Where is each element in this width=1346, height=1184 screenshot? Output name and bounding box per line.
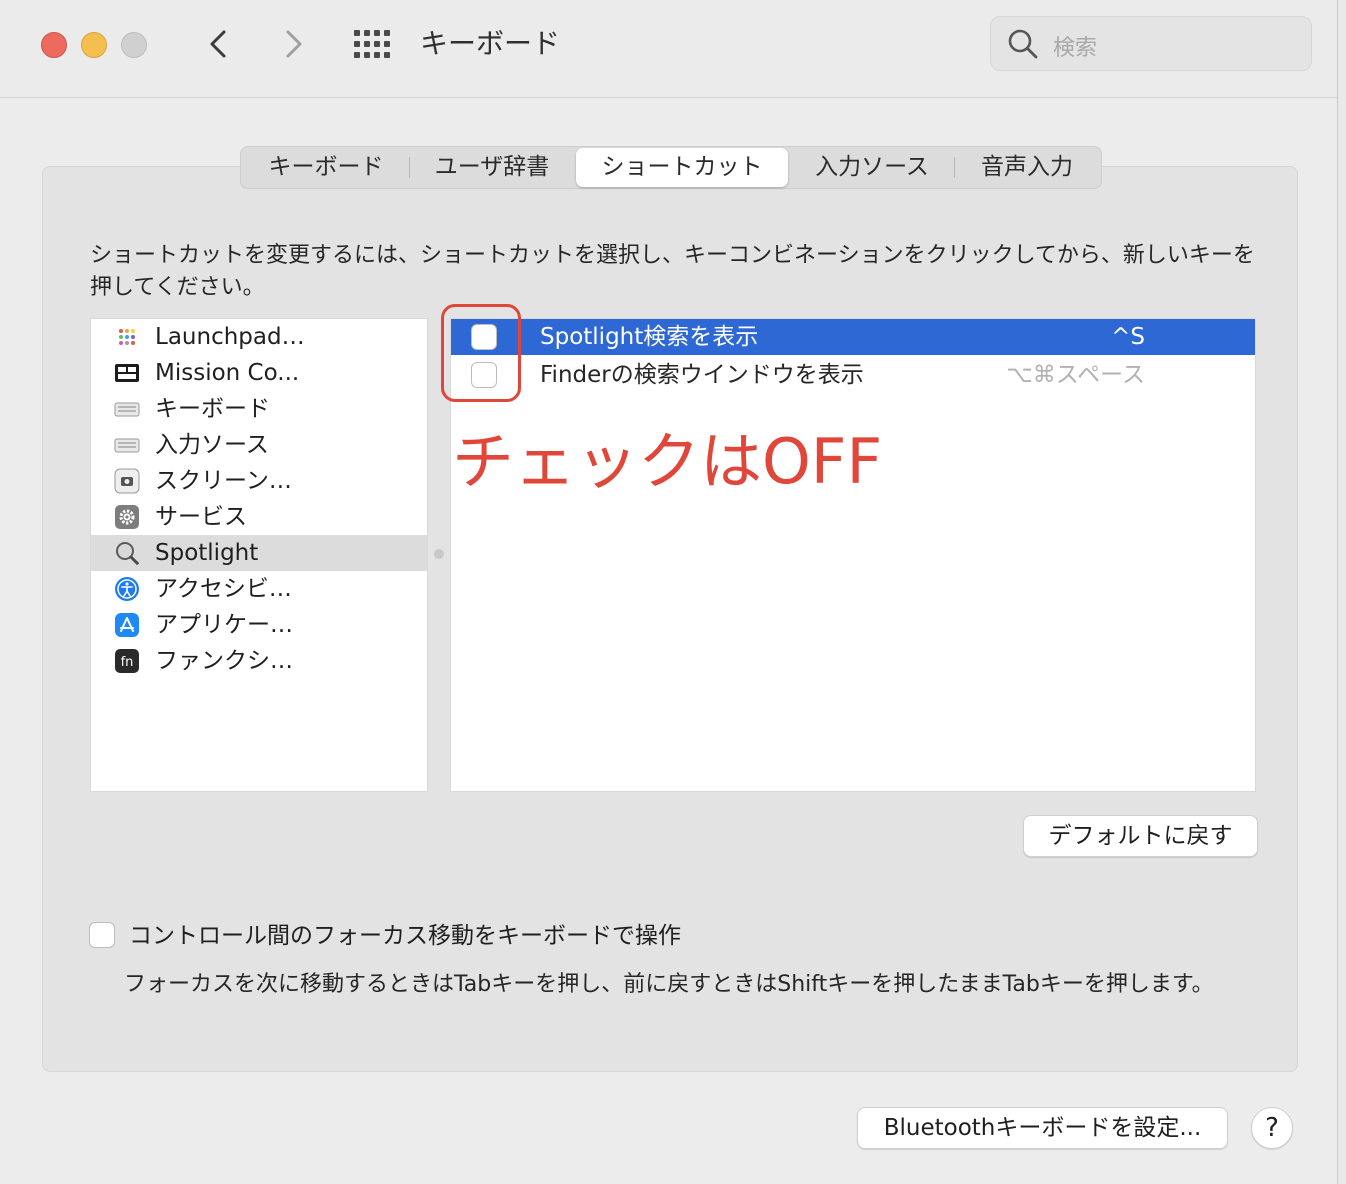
category-item-spotlight[interactable]: Spotlight: [91, 535, 427, 571]
category-label: サービス: [155, 504, 247, 530]
category-item-screenshots[interactable]: スクリーン…: [91, 463, 427, 499]
annotation-text: チェックはOFF: [452, 425, 883, 498]
category-list: Launchpad… Mission Co... キーボード 入力ソース スクリ…: [90, 318, 428, 792]
gear-icon: [115, 505, 139, 529]
search-placeholder: 検索: [1053, 36, 1098, 61]
shortcut-row-finder-search[interactable]: Finderの検索ウインドウを表示 ⌥⌘スペース: [451, 357, 1255, 393]
keyboard-navigation-label: コントロール間のフォーカス移動をキーボードで操作: [129, 923, 681, 949]
category-item-mission-control[interactable]: Mission Co...: [91, 355, 427, 391]
accessibility-icon: [115, 577, 139, 601]
keyboard-icon: [114, 402, 140, 417]
app-store-icon: [115, 613, 139, 637]
category-item-keyboard[interactable]: キーボード: [91, 391, 427, 427]
shortcut-list: Spotlight検索を表示 ^S Finderの検索ウインドウを表示 ⌥⌘スペ…: [450, 318, 1256, 792]
bluetooth-keyboard-setup-button[interactable]: Bluetoothキーボードを設定...: [857, 1107, 1228, 1149]
category-item-services[interactable]: サービス: [91, 499, 427, 535]
tab-user-dictionary[interactable]: ユーザ辞書: [411, 147, 573, 188]
fn-key-icon: fn: [115, 649, 139, 673]
annotation-highlight-box: [441, 304, 521, 402]
tab-separator: [409, 157, 410, 178]
category-label: キーボード: [155, 396, 270, 422]
tab-shortcuts[interactable]: ショートカット: [576, 148, 788, 187]
keyboard-navigation-description: フォーカスを次に移動するときはTabキーを押し、前に戻すときはShiftキーを押…: [124, 972, 1214, 997]
back-button[interactable]: [205, 24, 231, 73]
category-item-input-sources[interactable]: 入力ソース: [91, 427, 427, 463]
tab-separator: [954, 157, 955, 178]
tab-keyboard[interactable]: キーボード: [245, 147, 407, 188]
forward-button[interactable]: [281, 24, 307, 73]
category-item-function-keys[interactable]: fn ファンクシ…: [91, 643, 427, 679]
minimize-button[interactable]: [81, 32, 107, 58]
spotlight-icon: [116, 542, 140, 566]
instructions-text: ショートカットを変更するには、ショートカットを選択し、キーコンビネーションをクリ…: [90, 243, 1255, 300]
category-label: スクリーン…: [155, 468, 292, 494]
help-button[interactable]: ?: [1251, 1107, 1293, 1149]
category-label: 入力ソース: [155, 432, 269, 458]
shortcut-key[interactable]: ^S: [999, 319, 1145, 355]
tab-bar: キーボード ユーザ辞書 ショートカット 入力ソース 音声入力: [240, 146, 1102, 189]
split-view-handle[interactable]: [434, 549, 444, 559]
input-source-icon: [114, 438, 140, 453]
zoom-button[interactable]: [121, 32, 147, 58]
category-label: Mission Co...: [155, 360, 300, 386]
tab-dictation[interactable]: 音声入力: [956, 147, 1098, 188]
close-button[interactable]: [41, 32, 67, 58]
chevron-right-icon: [286, 30, 302, 58]
category-item-app-shortcuts[interactable]: アプリケー…: [91, 607, 427, 643]
restore-defaults-button[interactable]: デフォルトに戻す: [1023, 815, 1258, 857]
category-label: アクセシビ…: [155, 576, 292, 602]
category-item-accessibility[interactable]: アクセシビ…: [91, 571, 427, 607]
chevron-left-icon: [210, 30, 226, 58]
category-label: Spotlight: [155, 540, 259, 566]
shortcut-label: Finderの検索ウインドウを表示: [540, 362, 864, 388]
svg-text:fn: fn: [121, 655, 134, 670]
window-title: キーボード: [420, 27, 561, 60]
category-item-launchpad[interactable]: Launchpad…: [91, 319, 427, 355]
shortcut-label: Spotlight検索を表示: [540, 324, 759, 350]
mission-control-icon: [115, 364, 139, 382]
shortcut-key[interactable]: ⌥⌘スペース: [999, 357, 1145, 393]
tab-input-sources[interactable]: 入力ソース: [793, 147, 951, 188]
category-label: Launchpad…: [155, 324, 305, 350]
screenshot-icon: [114, 468, 140, 494]
system-preferences-window: キーボード 検索 キーボード ユーザ辞書 ショートカット 入力ソース 音声入力 …: [0, 0, 1338, 1184]
search-icon: [1008, 29, 1038, 59]
category-label: ファンクシ…: [155, 648, 293, 674]
search-field[interactable]: 検索: [990, 16, 1312, 71]
shortcut-row-spotlight-search[interactable]: Spotlight検索を表示 ^S: [451, 319, 1255, 355]
show-all-grid-icon[interactable]: [354, 30, 392, 58]
title-bar: キーボード 検索: [0, 0, 1337, 98]
keyboard-navigation-checkbox[interactable]: [89, 922, 115, 948]
category-label: アプリケー…: [155, 612, 293, 638]
launchpad-icon: [119, 329, 135, 345]
